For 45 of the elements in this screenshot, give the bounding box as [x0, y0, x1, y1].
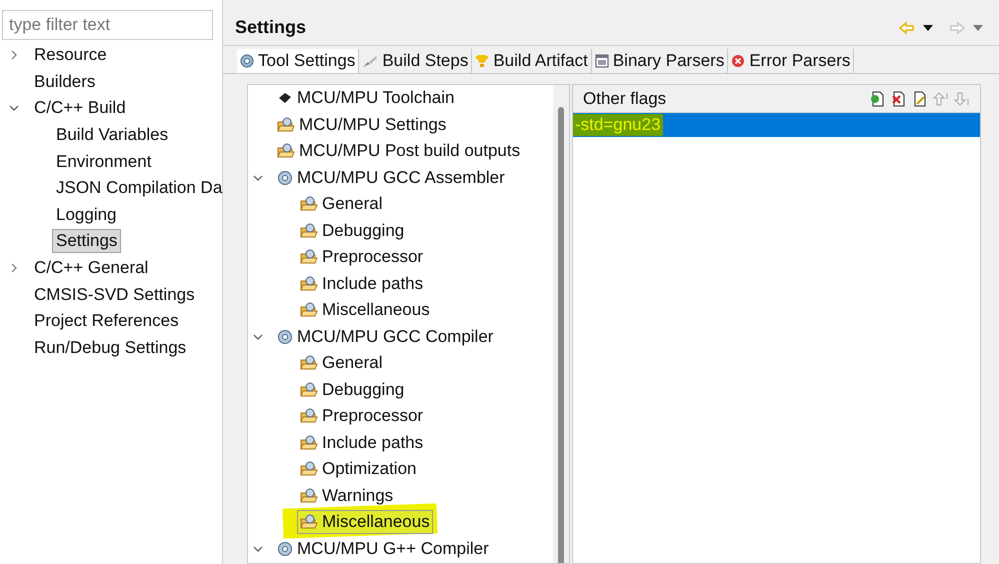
binary-file-icon: [594, 54, 609, 68]
nav-item[interactable]: Settings: [52, 229, 122, 254]
edit-icon[interactable]: [912, 90, 928, 106]
tree-item[interactable]: MCU/MPU GCC Compiler: [274, 324, 496, 349]
tree-item[interactable]: General: [297, 351, 386, 376]
nav-item[interactable]: Builders: [30, 70, 100, 94]
page-title: Settings: [235, 16, 306, 39]
nav-item[interactable]: JSON Compilation Da: [52, 176, 226, 200]
nav-item[interactable]: C/C++ Build: [30, 96, 130, 120]
tree-item[interactable]: Miscellaneous: [297, 510, 433, 534]
nav-item[interactable]: Environment: [52, 150, 156, 174]
tree-item[interactable]: Miscellaneous: [297, 298, 433, 322]
brush-icon: [362, 54, 378, 68]
tree-item[interactable]: MCU/MPU Settings: [274, 112, 450, 137]
nav-item[interactable]: Logging: [52, 202, 121, 227]
nav-item[interactable]: Project References: [30, 309, 183, 334]
nav-item[interactable]: CMSIS-SVD Settings: [30, 282, 199, 307]
nav-item[interactable]: Resource: [30, 43, 111, 68]
nav-item[interactable]: Run/Debug Settings: [30, 336, 190, 360]
tab[interactable]: Tool Settings: [237, 49, 360, 73]
nav-item[interactable]: C/C++ General: [30, 256, 152, 280]
tree-item[interactable]: Debugging: [297, 378, 408, 402]
chip-icon: [277, 92, 293, 104]
tree-item[interactable]: Include paths: [297, 430, 426, 455]
add-icon[interactable]: [870, 90, 886, 106]
tree-item[interactable]: MCU/MPU Toolchain: [274, 86, 458, 110]
tree-item[interactable]: Preprocessor: [297, 404, 426, 428]
delete-icon[interactable]: [891, 90, 907, 106]
nav-item[interactable]: Build Variables: [52, 123, 172, 148]
tree-item[interactable]: MCU/MPU GCC Assembler: [274, 166, 508, 190]
tree-item[interactable]: MCU/MPU Post build outputs: [274, 139, 524, 164]
tree-item[interactable]: Optimization: [297, 457, 420, 482]
tree-item[interactable]: Preprocessor: [297, 245, 426, 270]
error-icon: [731, 54, 746, 68]
tree-item[interactable]: MCU/MPU G++ Compiler: [274, 536, 492, 561]
tree-item[interactable]: General: [297, 192, 386, 216]
tree-item[interactable]: Include paths: [297, 272, 426, 296]
dropdown-icon[interactable]: [923, 24, 933, 30]
panel-title: Other flags: [583, 88, 666, 110]
filter-field[interactable]: type filter text: [2, 10, 213, 40]
tree-item[interactable]: Warnings: [297, 484, 396, 508]
scrollbar[interactable]: [553, 85, 569, 563]
tree-item[interactable]: Debugging: [297, 218, 408, 243]
trophy-icon: [475, 54, 490, 68]
flag-value: -std=gnu23: [573, 114, 663, 136]
